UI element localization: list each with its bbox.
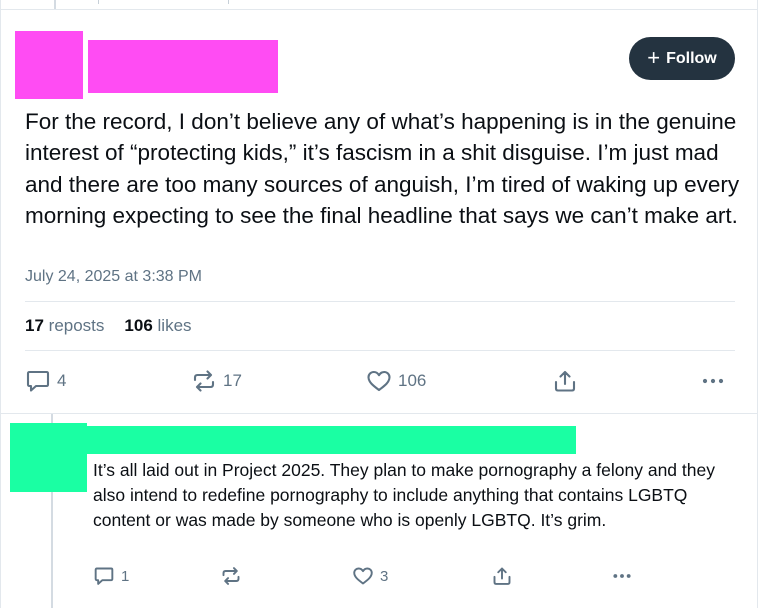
divider-top	[0, 9, 758, 10]
like-icon	[366, 369, 392, 393]
reply-like-count: 3	[380, 567, 389, 585]
reply-share-button[interactable]	[491, 566, 513, 586]
reply-repost-button[interactable]	[220, 566, 242, 586]
reply-count: 4	[57, 371, 67, 390]
like-count: 106	[398, 371, 427, 390]
reply-reply-count: 1	[121, 567, 130, 585]
divider-stats-top	[25, 301, 735, 302]
share-icon	[552, 369, 578, 393]
likes-count: 106	[124, 316, 153, 335]
reply-icon	[25, 369, 51, 393]
post-body: For the record, I don’t believe any of w…	[25, 109, 740, 229]
reply-like-button[interactable]: 3	[352, 566, 388, 586]
repost-icon	[220, 566, 242, 586]
reposts-count: 17	[25, 316, 44, 335]
post-timestamp[interactable]: July 24, 2025 at 3:38 PM	[25, 268, 202, 286]
reply-button[interactable]: 4	[25, 369, 66, 393]
reply-reply-button[interactable]: 1	[93, 566, 129, 586]
share-icon	[491, 566, 513, 586]
divider-reply	[0, 413, 758, 414]
reply-author-redacted	[87, 426, 576, 454]
share-button[interactable]	[552, 369, 578, 393]
repost-count: 17	[223, 371, 242, 390]
like-icon	[352, 566, 374, 586]
repost-icon	[191, 369, 217, 393]
avatar-redacted	[15, 31, 83, 99]
reposts-label: reposts	[48, 316, 105, 335]
reply-body: It’s all laid out in Project 2025. They …	[93, 460, 715, 531]
post-actions: 4 17 106	[0, 366, 758, 396]
reply-icon	[93, 566, 115, 586]
frame-border-left	[0, 0, 1, 608]
more-icon	[611, 566, 633, 586]
reply-avatar-redacted	[10, 423, 87, 492]
reply-actions: 1 3	[0, 564, 758, 590]
author-name-redacted	[88, 40, 278, 93]
repost-button[interactable]: 17	[191, 369, 242, 393]
plus-icon: +	[647, 44, 661, 70]
divider-stats-bottom	[25, 350, 735, 351]
likes-stat[interactable]: 106 likes	[124, 316, 191, 336]
follow-label: Follow	[666, 49, 717, 67]
more-options-button[interactable]	[700, 369, 726, 393]
more-icon	[700, 369, 726, 393]
likes-label: likes	[157, 316, 192, 335]
previous-post-edge	[228, 0, 229, 4]
previous-post-edge	[98, 0, 99, 4]
reposts-stat[interactable]: 17 reposts	[25, 316, 104, 336]
post-stats: 17 reposts 106 likes	[25, 316, 192, 336]
follow-button[interactable]: + Follow	[629, 37, 735, 80]
like-button[interactable]: 106	[366, 369, 426, 393]
reply-more-options-button[interactable]	[611, 566, 633, 586]
